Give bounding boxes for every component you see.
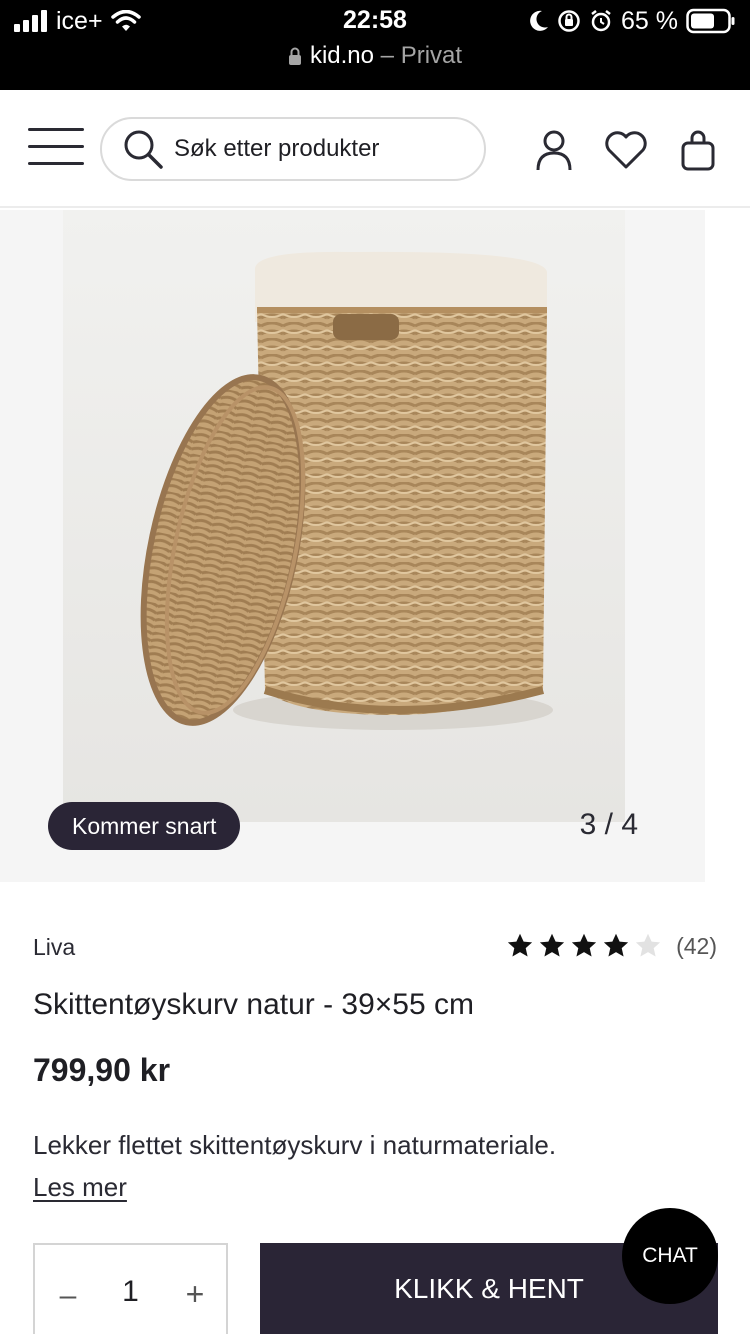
product-rating[interactable]: (42) <box>506 932 717 960</box>
star-icon <box>539 933 565 957</box>
moon-icon <box>530 10 549 31</box>
rotation-lock-icon <box>558 10 580 32</box>
menu-icon[interactable] <box>28 128 86 168</box>
increase-quantity-button[interactable]: + <box>182 1276 208 1312</box>
product-title: Skittentøyskurv natur - 39×55 cm <box>33 988 475 1021</box>
search-bar[interactable] <box>100 117 486 181</box>
product-price: 799,90 kr <box>33 1052 171 1088</box>
battery-percent: 65 % <box>621 6 678 35</box>
bag-icon[interactable] <box>674 126 722 174</box>
status-bar: ice+ 22:58 65 % kid.no – Privat <box>0 0 750 90</box>
site-header <box>0 90 750 208</box>
rating-count: (42) <box>676 932 717 959</box>
product-gallery[interactable]: Kommer snart 3 / 4 <box>0 210 750 882</box>
address-bar[interactable]: kid.no – Privat <box>0 42 750 70</box>
product-brand[interactable]: Liva <box>33 934 75 961</box>
user-icon[interactable] <box>530 126 578 174</box>
status-badge: Kommer snart <box>48 802 241 850</box>
product-image[interactable] <box>63 210 625 822</box>
laundry-basket-illustration <box>63 210 625 822</box>
heart-icon[interactable] <box>602 126 650 174</box>
read-more-link[interactable]: Les mer <box>33 1172 127 1203</box>
star-empty-icon <box>635 933 661 957</box>
url-text: kid.no <box>309 42 374 69</box>
alarm-icon <box>591 10 611 32</box>
quantity-stepper: – 1 + <box>33 1243 228 1334</box>
private-label: – Privat <box>380 42 463 69</box>
status-right: 65 % <box>529 6 736 36</box>
star-icon <box>603 933 629 957</box>
slide-gap <box>688 210 705 882</box>
battery-icon <box>686 8 735 34</box>
product-description: Lekker flettet skittentøyskurv i naturma… <box>33 1130 557 1160</box>
lock-icon <box>288 47 301 65</box>
star-icon <box>571 933 597 957</box>
star-icon <box>507 933 533 957</box>
chat-button[interactable]: CHAT <box>622 1208 718 1304</box>
image-counter: 3 / 4 <box>579 808 638 841</box>
search-icon <box>124 130 163 169</box>
search-input[interactable] <box>174 135 464 163</box>
next-slide-peek[interactable] <box>705 210 750 882</box>
